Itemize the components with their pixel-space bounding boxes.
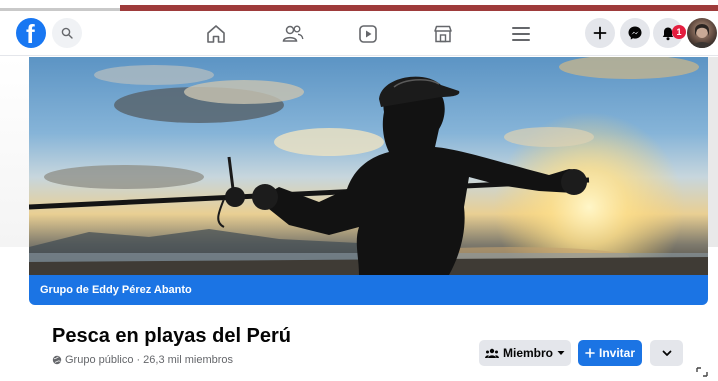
- messenger-button[interactable]: [620, 18, 650, 48]
- group-meta: Grupo público · 26,3 mil miembros: [52, 354, 233, 366]
- member-people-icon: [484, 348, 499, 358]
- group-title[interactable]: Pesca en playas del Perú: [52, 325, 291, 348]
- expand-corner-icon[interactable]: [695, 366, 709, 381]
- friends-icon[interactable]: [280, 21, 306, 47]
- facebook-logo-icon[interactable]: f: [16, 18, 46, 49]
- search-icon: [61, 27, 73, 39]
- group-members-count[interactable]: 26,3 mil miembros: [143, 354, 233, 366]
- create-button[interactable]: [585, 18, 615, 48]
- messenger-icon: [628, 26, 642, 40]
- meta-separator: ·: [136, 354, 141, 366]
- right-scroll-margin: [708, 57, 718, 247]
- profile-avatar[interactable]: [687, 18, 717, 48]
- home-icon[interactable]: [203, 21, 229, 47]
- group-owner-strip[interactable]: Grupo de Eddy Pérez Abanto: [29, 275, 708, 305]
- chevron-down-icon: [662, 350, 671, 356]
- browser-top-strip: [0, 0, 718, 11]
- marketplace-icon[interactable]: [430, 21, 456, 47]
- group-cover-photo: [29, 57, 708, 275]
- cover-photo-illustration: [29, 57, 708, 275]
- globe-icon: [52, 355, 62, 365]
- more-options-button[interactable]: [650, 340, 683, 366]
- menu-icon[interactable]: [508, 21, 534, 47]
- invite-button[interactable]: Invitar: [578, 340, 642, 366]
- invite-button-label: Invitar: [598, 346, 635, 360]
- member-button[interactable]: Miembro: [479, 340, 571, 366]
- notification-badge: 1: [672, 25, 686, 39]
- plus-icon: [593, 26, 607, 40]
- group-owner-label[interactable]: Grupo de Eddy Pérez Abanto: [40, 284, 192, 296]
- top-navbar: f 1: [0, 11, 718, 56]
- plus-icon: [585, 348, 595, 358]
- caret-down-icon: [557, 351, 565, 355]
- watch-icon[interactable]: [355, 21, 381, 47]
- search-button[interactable]: [52, 18, 82, 48]
- group-privacy: Grupo público: [65, 354, 134, 366]
- member-button-label: Miembro: [502, 346, 553, 360]
- avatar-photo: [692, 24, 712, 48]
- left-margin: [0, 57, 29, 247]
- facebook-logo-letter: f: [26, 19, 35, 49]
